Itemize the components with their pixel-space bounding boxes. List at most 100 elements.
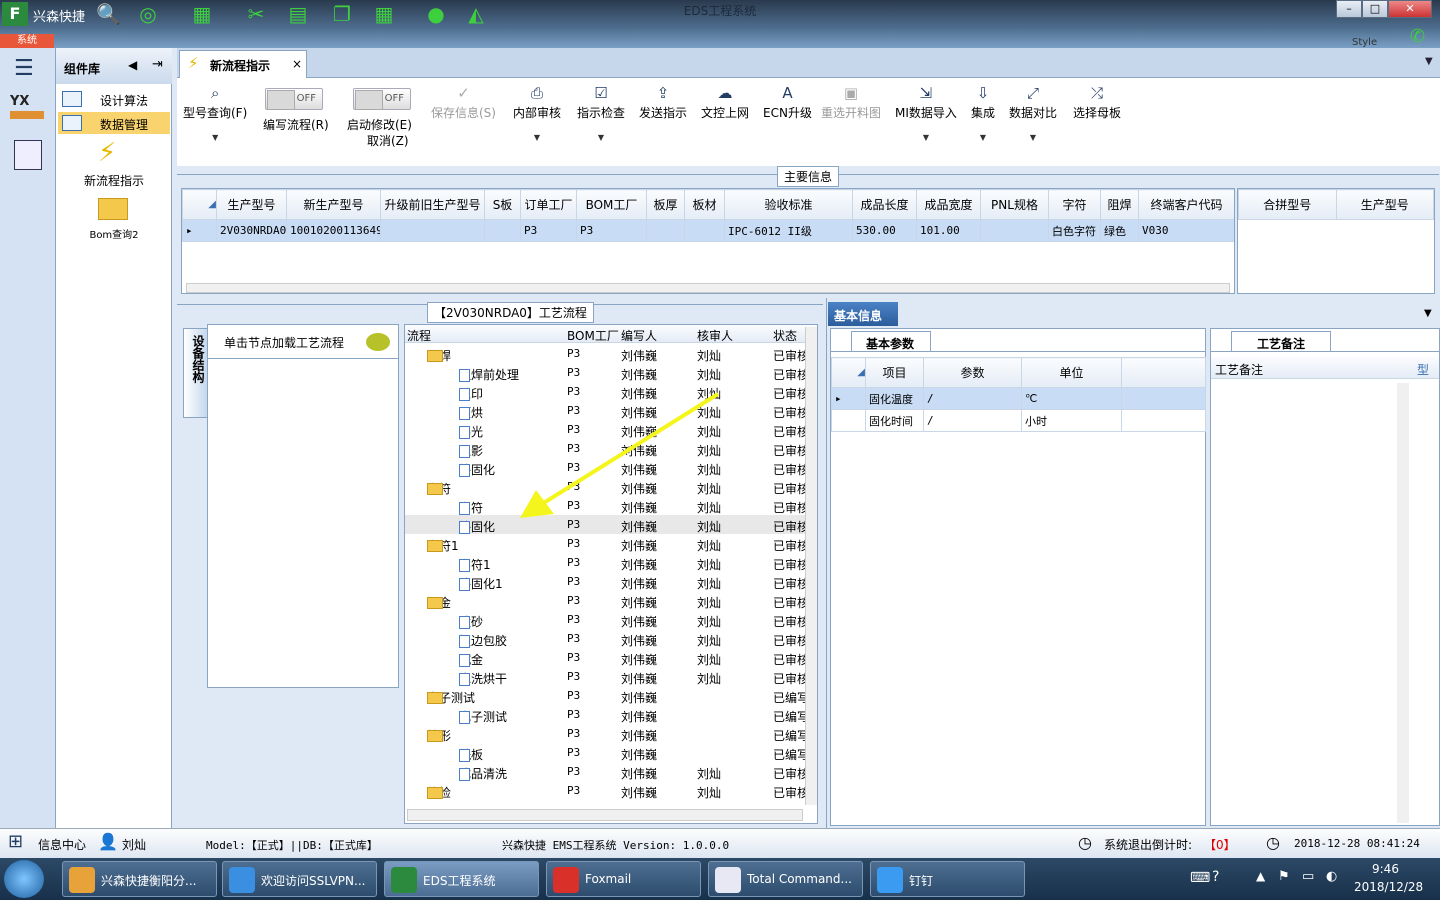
tree-node[interactable]: 铣板 bbox=[459, 746, 483, 763]
start-button[interactable] bbox=[4, 860, 44, 898]
tree-node[interactable]: 电子测试 bbox=[459, 708, 507, 725]
tree-col-header[interactable]: BOM工厂 bbox=[567, 327, 619, 344]
main-cell[interactable] bbox=[484, 219, 521, 242]
col-header[interactable]: 订单工厂 bbox=[520, 189, 577, 220]
tree-row[interactable]: 水洗烘干 P3 刘伟巍 刘灿 已审核 bbox=[405, 667, 805, 686]
mi-import-button[interactable]: ⇲ MI数据导入 ▼ bbox=[895, 82, 957, 142]
task-item-foxmail[interactable]: Foxmail bbox=[546, 861, 701, 897]
task-item-hengyang[interactable]: 兴森快捷衡阳分... bbox=[62, 861, 217, 897]
col-header[interactable]: 板材 bbox=[684, 189, 725, 220]
col-header[interactable]: 新生产型号 bbox=[286, 189, 381, 220]
col-header[interactable]: BOM工厂 bbox=[576, 189, 647, 220]
main-cell[interactable]: V030 bbox=[1138, 219, 1234, 242]
basic-col-header[interactable]: 参数 bbox=[923, 357, 1022, 388]
integrate-button[interactable]: ⇩ 集成 ▼ bbox=[971, 82, 995, 142]
doc-upload-button[interactable]: ☁ 文控上网 bbox=[701, 82, 749, 121]
col-type[interactable]: 型 bbox=[1417, 361, 1429, 378]
lightning-icon[interactable]: ⚡ bbox=[98, 138, 116, 168]
help-icon[interactable]: ? bbox=[1212, 869, 1219, 885]
tree-node[interactable]: 显影 bbox=[459, 442, 483, 459]
tree-col-header[interactable]: 编写人 bbox=[621, 327, 657, 344]
main-grid-hscroll[interactable] bbox=[186, 283, 1230, 293]
basic-cell[interactable]: / bbox=[923, 409, 1022, 432]
lib-item-data-mgmt[interactable]: 数据管理 bbox=[58, 112, 170, 134]
minimize-button[interactable]: – bbox=[1336, 0, 1362, 18]
main-cell[interactable]: P3 bbox=[520, 219, 577, 242]
tree-node[interactable]: −字符 bbox=[427, 480, 451, 497]
basic-cell[interactable]: 固化时间 bbox=[865, 409, 924, 432]
tree-node[interactable]: −终检 bbox=[427, 784, 451, 801]
reselect-pic-button[interactable]: ▣ 重选开料图 bbox=[821, 82, 881, 121]
data-compare-button[interactable]: ⤢ 数据对比 ▼ bbox=[1009, 82, 1057, 142]
tree-row[interactable]: −电子测试 P3 刘伟巍 已编写 bbox=[405, 686, 805, 705]
taskbar-date[interactable]: 2018/12/28 bbox=[1354, 880, 1423, 894]
tree-node[interactable]: 曝光 bbox=[459, 423, 483, 440]
phone-icon[interactable]: ✆ bbox=[1410, 26, 1425, 47]
tree-node[interactable]: −字符1 bbox=[427, 537, 459, 554]
taskbar-time[interactable]: 9:46 bbox=[1372, 862, 1399, 876]
basic-col-header[interactable]: 单位 bbox=[1021, 357, 1122, 388]
basic-row[interactable]: 固化时间 / 小时 bbox=[831, 409, 1206, 432]
main-cell[interactable]: 530.00 bbox=[852, 219, 917, 242]
tree-node[interactable]: 字符 bbox=[459, 499, 483, 516]
tree-row[interactable]: 电子测试 P3 刘伟巍 已编写 bbox=[405, 705, 805, 724]
tree-node[interactable]: −外形 bbox=[427, 727, 451, 744]
tree-row[interactable]: −阻焊 P3 刘伟巍 刘灿 已审核 bbox=[405, 344, 805, 363]
col-header[interactable]: 字符 bbox=[1048, 189, 1101, 220]
close-button[interactable]: ✕ bbox=[1388, 0, 1432, 18]
col-header[interactable]: 验收标准 bbox=[724, 189, 853, 220]
tree-row[interactable]: −外形 P3 刘伟巍 已编写 bbox=[405, 724, 805, 743]
tree-col-header[interactable]: 状态 bbox=[773, 327, 797, 344]
tree-row[interactable]: −沉金 P3 刘伟巍 刘灿 已审核 bbox=[405, 591, 805, 610]
tab-process-remark[interactable]: 工艺备注 bbox=[1231, 331, 1331, 351]
col-header[interactable]: 成品宽度 bbox=[916, 189, 981, 220]
menu-icon[interactable]: ☰ bbox=[14, 56, 34, 81]
tree-row[interactable]: −终检 P3 刘伟巍 刘灿 已审核 bbox=[405, 781, 805, 800]
dropdown-arrow-icon[interactable]: ▼ bbox=[1009, 133, 1057, 142]
system-tab[interactable]: 系统 bbox=[0, 34, 54, 48]
task-item-totalcmd[interactable]: Total Command... bbox=[708, 861, 863, 897]
tree-col-header[interactable]: 流程 bbox=[407, 327, 431, 344]
flag-icon[interactable]: ⚑ bbox=[1278, 869, 1290, 884]
tree-node[interactable]: −电子测试 bbox=[427, 689, 475, 706]
main-cell[interactable] bbox=[684, 219, 725, 242]
basic-cell[interactable]: / bbox=[923, 387, 1022, 410]
dropdown-arrow-icon[interactable]: ▼ bbox=[577, 133, 625, 142]
col-header[interactable]: 生产型号 bbox=[216, 189, 287, 220]
tree-row[interactable]: 沉金 P3 刘伟巍 刘灿 已审核 bbox=[405, 648, 805, 667]
network-icon[interactable]: ▭ bbox=[1302, 869, 1314, 884]
dropdown-arrow-icon[interactable]: ▼ bbox=[183, 133, 247, 142]
main-cell[interactable]: 2V030NRDA0 bbox=[216, 219, 287, 242]
tree-hscroll[interactable] bbox=[407, 809, 803, 821]
tree-node[interactable]: 丝印 bbox=[459, 385, 483, 402]
indicator-check-button[interactable]: ☑ 指示检查 ▼ bbox=[577, 82, 625, 142]
tree-node[interactable]: 终固化 bbox=[459, 518, 495, 535]
keyboard-icon[interactable]: ⌨ bbox=[1190, 870, 1210, 886]
remark-textarea[interactable] bbox=[1215, 383, 1395, 823]
task-item-sslvpn[interactable]: 欢迎访问SSLVPN... bbox=[222, 861, 377, 897]
tree-row[interactable]: 板边包胶 P3 刘伟巍 刘灿 已审核 bbox=[405, 629, 805, 648]
tab-new-flow[interactable]: ⚡ 新流程指示 × bbox=[179, 50, 307, 78]
yx-logo-icon[interactable]: YX bbox=[10, 94, 44, 126]
tree-node[interactable]: −沉金 bbox=[427, 594, 451, 611]
save-info-button[interactable]: ✓ 保存信息(S) bbox=[431, 82, 496, 121]
tray-up-icon[interactable]: ▲ bbox=[1256, 869, 1265, 883]
edit-flow-toggle[interactable]: OFF bbox=[265, 88, 323, 110]
internal-review-button[interactable]: ⎙ 内部审核 ▼ bbox=[513, 82, 561, 142]
basic-row[interactable]: ▸ 固化温度 / ℃ bbox=[831, 387, 1206, 410]
tree-row[interactable]: 字符1 P3 刘伟巍 刘灿 已审核 bbox=[405, 553, 805, 572]
col-header[interactable]: PNL规格 bbox=[980, 189, 1049, 220]
main-cell[interactable] bbox=[646, 219, 685, 242]
col-header[interactable]: 升级前旧生产型号 bbox=[380, 189, 485, 220]
task-item-eds[interactable]: EDS工程系统 bbox=[384, 861, 539, 897]
pin-icon[interactable]: ⇥ bbox=[152, 57, 163, 72]
tree-row[interactable]: 喷砂 P3 刘伟巍 刘灿 已审核 bbox=[405, 610, 805, 629]
cancel-label[interactable]: 取消(Z) bbox=[367, 132, 409, 149]
tab-basic-params[interactable]: 基本参数 bbox=[851, 331, 931, 351]
maximize-button[interactable]: □ bbox=[1362, 0, 1388, 18]
send-indicator-button[interactable]: ⇪ 发送指示 bbox=[639, 82, 687, 121]
tree-vscroll[interactable] bbox=[805, 327, 817, 805]
model-query-button[interactable]: ⌕ 型号查询(F) ▼ bbox=[183, 82, 247, 142]
lib-item-design-algo[interactable]: 设计算法 bbox=[58, 88, 170, 110]
basic-cell[interactable]: 固化温度 bbox=[865, 387, 924, 410]
